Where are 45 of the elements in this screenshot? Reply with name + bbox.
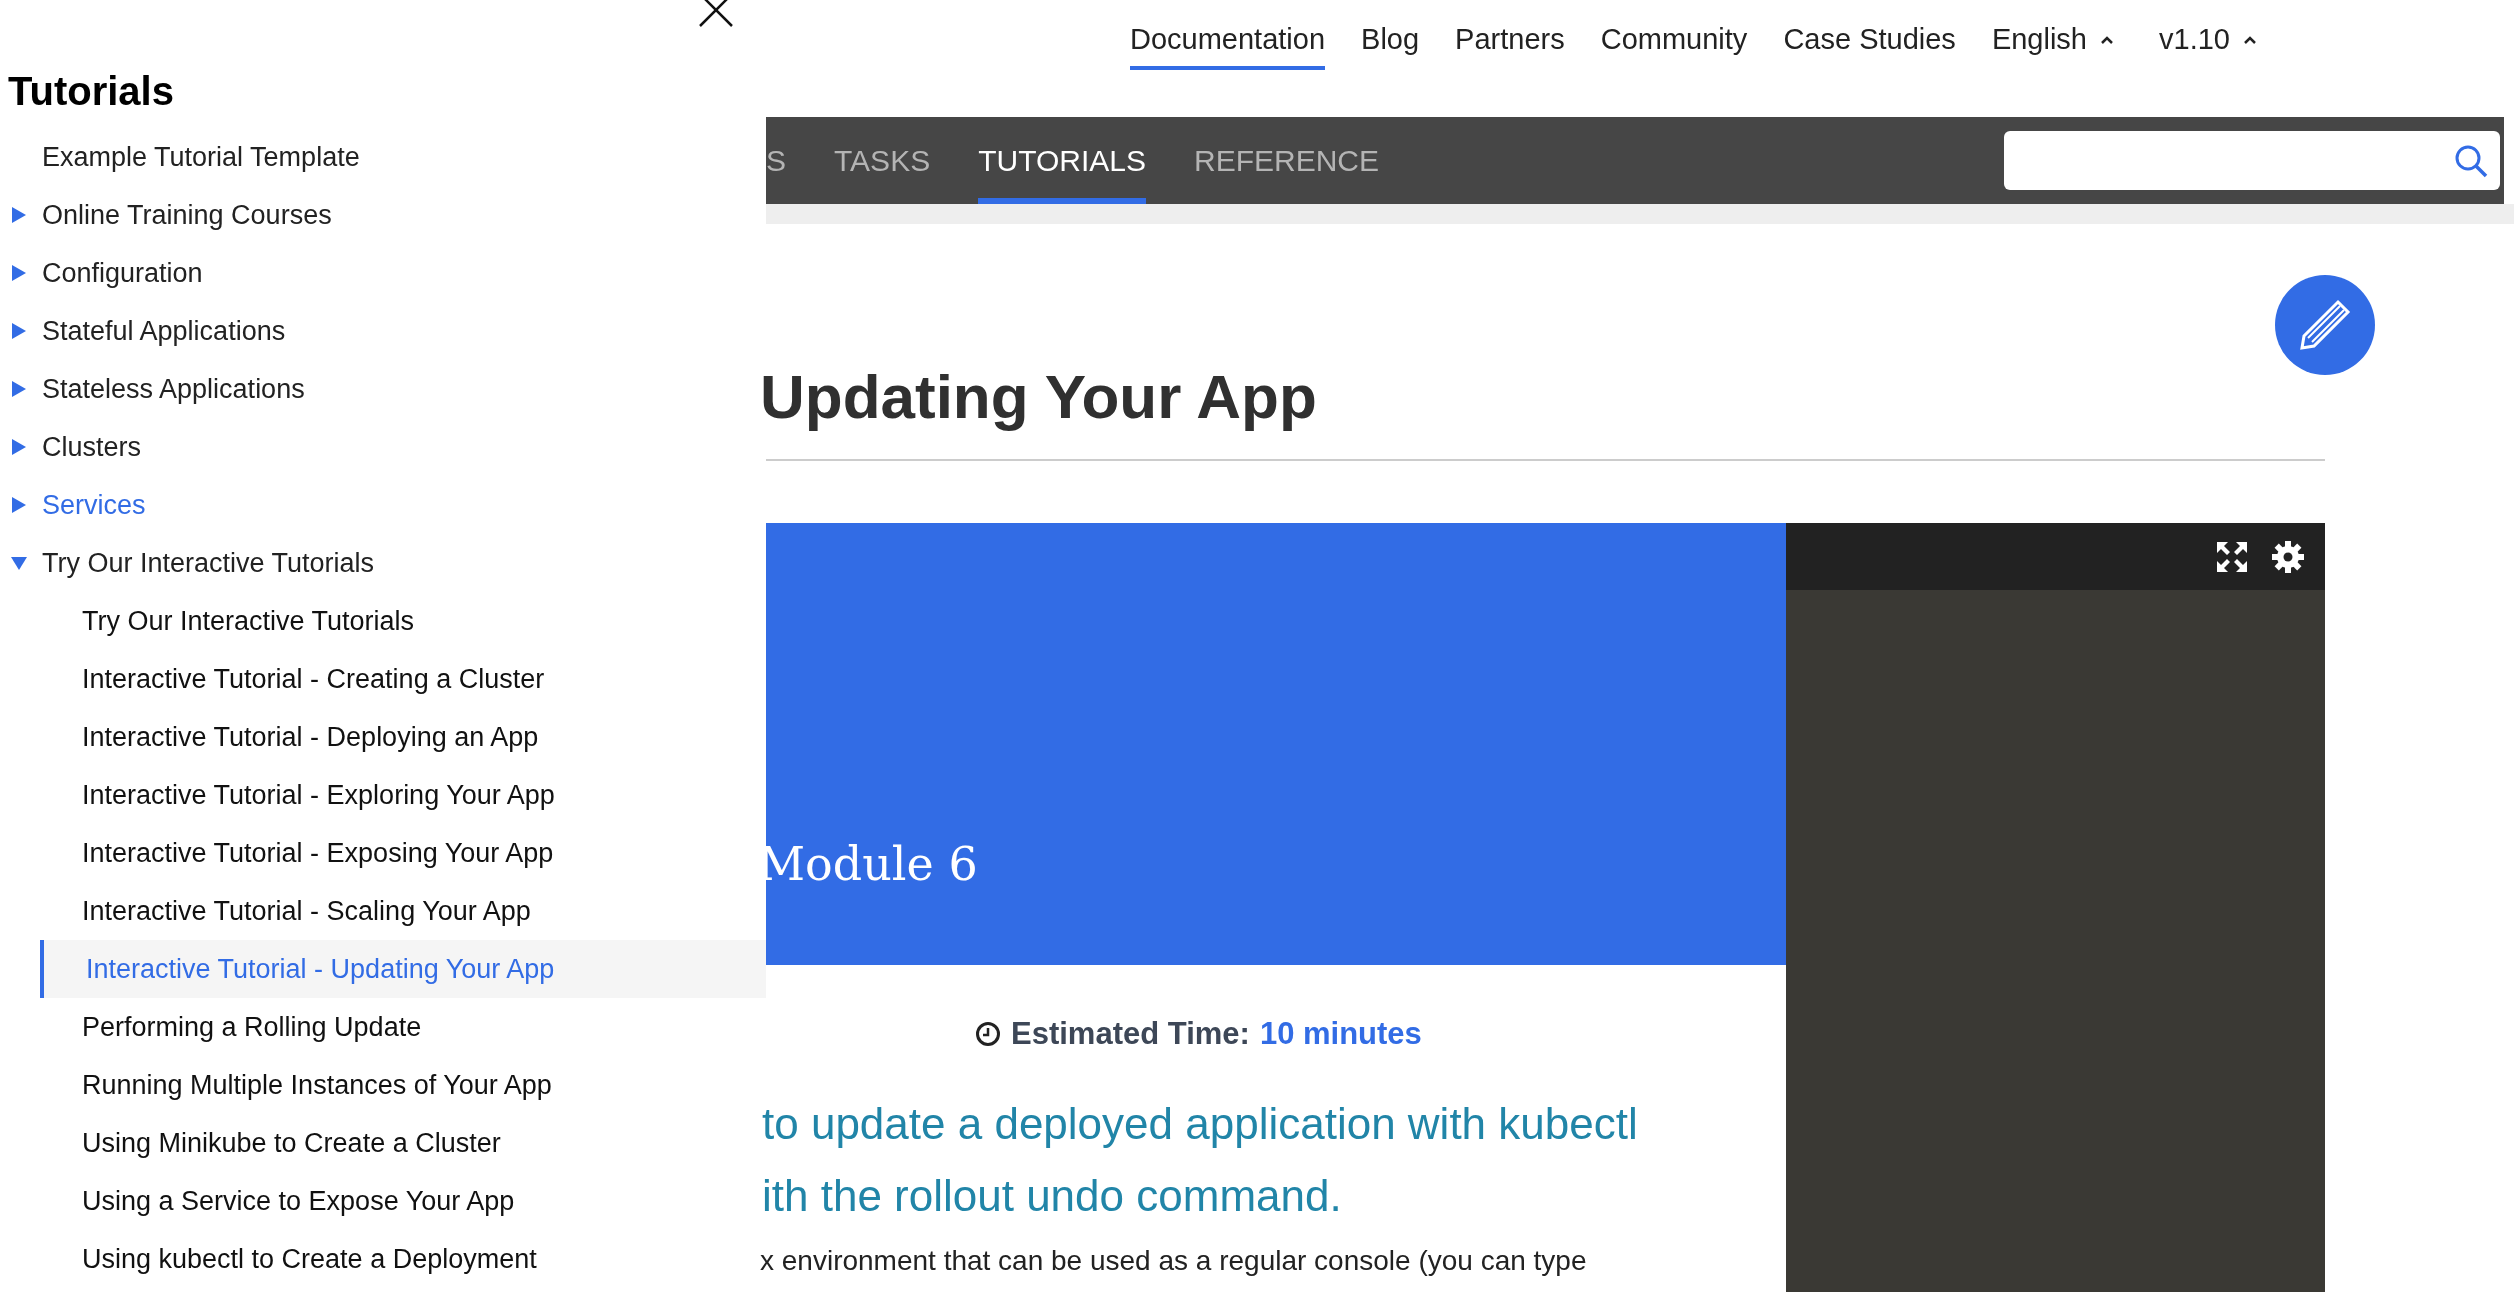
sidebar-subitem[interactable]: Interactive Tutorial - Deploying an App xyxy=(40,708,766,766)
sidebar-title: Tutorials xyxy=(7,68,174,115)
section-tab[interactable]: S xyxy=(766,117,786,204)
estimated-time-value: 10 minutes xyxy=(1259,1015,1422,1053)
sidebar-subitem[interactable]: Interactive Tutorial - Creating a Cluster xyxy=(40,650,766,708)
nav-link[interactable]: Community xyxy=(1600,18,1748,70)
nav-link[interactable]: Partners xyxy=(1455,18,1565,70)
estimated-time-label: Estimated Time: xyxy=(1011,1015,1250,1053)
nav-link[interactable]: Documentation xyxy=(1130,18,1326,70)
dropdown-button[interactable]: English xyxy=(1991,18,2113,62)
nav-link[interactable]: Blog xyxy=(1361,18,1420,70)
page-title: Updating Your App xyxy=(760,361,1317,433)
dropdown-button[interactable]: v1.10 xyxy=(2159,18,2256,62)
section-tab[interactable]: TASKS xyxy=(834,117,931,204)
caret-right-icon[interactable] xyxy=(10,496,28,514)
caret-right-icon[interactable] xyxy=(10,206,28,224)
search-icon[interactable] xyxy=(2454,143,2488,178)
sidebar-item[interactable]: Services xyxy=(42,484,146,526)
sidebar-item[interactable]: Online Training Courses xyxy=(42,194,332,236)
caret-down-icon[interactable] xyxy=(10,554,28,572)
search-field[interactable] xyxy=(2004,131,2500,190)
fullscreen-icon[interactable] xyxy=(2215,539,2249,574)
caret-right-icon[interactable] xyxy=(10,380,28,398)
caret-right-icon[interactable] xyxy=(10,264,28,282)
caret-right-icon[interactable] xyxy=(10,438,28,456)
clock-icon xyxy=(975,1021,1001,1048)
intro-paragraph: x environment that can be used as a regular console (you can type xyxy=(760,1243,1588,1278)
sidebar-item[interactable]: Stateless Applications xyxy=(42,368,305,410)
caret-up-icon xyxy=(2101,35,2113,44)
settings-icon[interactable] xyxy=(2271,539,2305,574)
sidebar-subitem[interactable]: Performing a Rolling Update xyxy=(40,998,766,1056)
sidebar-item[interactable]: Stateful Applications xyxy=(42,310,286,352)
nav-link[interactable]: Case Studies xyxy=(1783,18,1956,70)
sidebar-item[interactable]: Configuration xyxy=(42,252,203,294)
sidebar-subitem[interactable]: Interactive Tutorial - Updating Your App xyxy=(40,940,766,998)
section-tab[interactable]: REFERENCE xyxy=(1193,117,1379,204)
pencil-icon xyxy=(2298,298,2352,352)
sidebar-item[interactable]: Try Our Interactive Tutorials xyxy=(42,542,375,584)
caret-right-icon[interactable] xyxy=(10,322,28,340)
caret-up-icon xyxy=(2243,35,2256,44)
sidebar-item[interactable]: Example Tutorial Template xyxy=(42,136,360,178)
sidebar-subitem[interactable]: Interactive Tutorial - Exploring Your App xyxy=(40,766,766,824)
sidebar-subitem[interactable]: Try Our Interactive Tutorials xyxy=(40,592,766,650)
sidebar-item[interactable]: Clusters xyxy=(42,426,142,468)
close-icon[interactable] xyxy=(698,0,734,28)
